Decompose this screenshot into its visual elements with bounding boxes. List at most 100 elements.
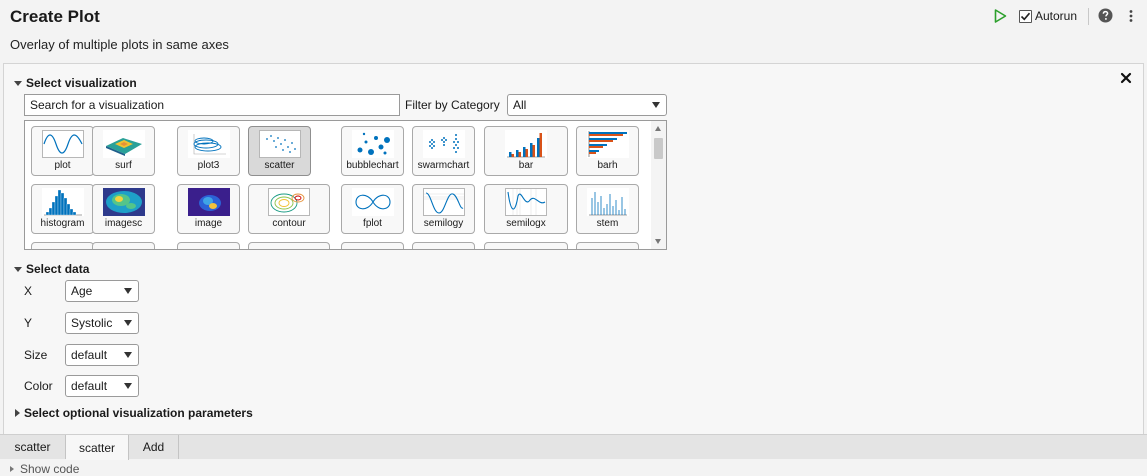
plot-thumbnail-icon xyxy=(41,130,84,158)
x-label: X xyxy=(24,284,33,298)
header-divider xyxy=(1088,8,1089,25)
y-label: Y xyxy=(24,316,33,330)
semilogy-thumbnail-icon xyxy=(422,188,465,216)
tile-label: fplot xyxy=(363,218,382,229)
x-dropdown[interactable]: Age xyxy=(65,280,139,302)
section-heading: Select visualization xyxy=(26,76,137,90)
gallery-tile-imagesc[interactable]: imagesc xyxy=(92,184,155,234)
visualization-gallery: plot surf plot3 scatter bubblechart swar… xyxy=(24,120,667,250)
histogram-thumbnail-icon xyxy=(41,188,84,216)
tile-label: barh xyxy=(597,160,618,171)
tab-scatter-2[interactable]: scatter xyxy=(66,435,129,460)
more-options-icon[interactable] xyxy=(1126,8,1136,24)
tab-scatter-1[interactable]: scatter xyxy=(0,435,66,459)
y-dropdown[interactable]: Systolic xyxy=(65,312,139,334)
checkbox-box[interactable] xyxy=(1019,9,1032,23)
play-icon xyxy=(994,9,1007,23)
color-value: default xyxy=(71,379,108,393)
size-value: default xyxy=(71,348,108,362)
section-select-data[interactable]: Select data xyxy=(14,262,89,276)
barh-thumbnail-icon xyxy=(586,130,629,158)
gallery-tile-barh[interactable]: barh xyxy=(576,126,639,176)
close-icon[interactable] xyxy=(1119,71,1133,85)
page-title: Create Plot xyxy=(10,7,100,26)
gallery-scrollbar[interactable] xyxy=(651,121,666,249)
gallery-tile[interactable] xyxy=(341,242,404,249)
gallery-tile[interactable] xyxy=(576,242,639,249)
gallery-tile-surf[interactable]: surf xyxy=(92,126,155,176)
scrollbar-thumb[interactable] xyxy=(654,138,663,159)
chevron-down-icon xyxy=(652,102,660,108)
gallery-tile-histogram[interactable]: histogram xyxy=(31,184,94,234)
search-input[interactable] xyxy=(24,94,400,116)
gallery-tile-swarmchart[interactable]: swarmchart xyxy=(412,126,475,176)
chevron-down-icon xyxy=(124,383,132,389)
autorun-label: Autorun xyxy=(1035,9,1078,23)
swarmchart-thumbnail-icon xyxy=(422,130,465,158)
imagesc-thumbnail-icon xyxy=(102,188,145,216)
gallery-tile[interactable] xyxy=(484,242,568,249)
run-button[interactable] xyxy=(992,8,1008,24)
scroll-down-icon[interactable] xyxy=(655,239,661,244)
show-code-toggle[interactable]: Show code xyxy=(10,462,79,476)
show-code-label: Show code xyxy=(20,462,80,476)
gallery-tile-scatter[interactable]: scatter xyxy=(248,126,311,176)
x-value: Age xyxy=(71,284,93,298)
bubblechart-thumbnail-icon xyxy=(351,130,394,158)
contour-thumbnail-icon xyxy=(268,188,310,216)
tab-add[interactable]: Add xyxy=(129,435,179,459)
tile-label: plot xyxy=(54,160,71,171)
chevron-down-icon xyxy=(124,352,132,358)
autorun-checkbox[interactable]: Autorun xyxy=(1019,8,1077,24)
gallery-tile-semilogx[interactable]: semilogx xyxy=(484,184,568,234)
page-subtitle: Overlay of multiple plots in same axes xyxy=(10,37,229,52)
tile-label: plot3 xyxy=(197,160,220,171)
color-label: Color xyxy=(24,379,53,393)
gallery-tile[interactable] xyxy=(92,242,155,249)
tile-label: swarmchart xyxy=(417,160,470,171)
image-thumbnail-icon xyxy=(187,188,230,216)
filter-label: Filter by Category xyxy=(405,98,500,112)
gallery-tile[interactable] xyxy=(412,242,475,249)
category-value: All xyxy=(513,98,527,112)
gallery-tile-stem[interactable]: stem xyxy=(576,184,639,234)
collapse-triangle-icon xyxy=(14,80,22,86)
plot3-thumbnail-icon xyxy=(187,130,230,158)
gallery-tile-fplot[interactable]: fplot xyxy=(341,184,404,234)
check-icon xyxy=(1020,12,1031,20)
tile-label: semilogx xyxy=(506,218,546,229)
color-dropdown[interactable]: default xyxy=(65,375,139,397)
tile-label: imagesc xyxy=(104,218,143,229)
scroll-up-icon[interactable] xyxy=(655,126,661,131)
tile-label: histogram xyxy=(40,218,85,229)
category-dropdown[interactable]: All xyxy=(507,94,667,116)
gallery-tile-plot[interactable]: plot xyxy=(31,126,94,176)
section-select-visualization[interactable]: Select visualization xyxy=(14,76,137,90)
tile-label: bubblechart xyxy=(346,160,399,171)
gallery-tile-image[interactable]: image xyxy=(177,184,240,234)
section-heading: Select optional visualization parameters xyxy=(24,406,253,420)
tile-label: contour xyxy=(272,218,306,229)
gallery-tile-bubblechart[interactable]: bubblechart xyxy=(341,126,404,176)
section-optional-parameters[interactable]: Select optional visualization parameters xyxy=(15,406,253,420)
size-dropdown[interactable]: default xyxy=(65,344,139,366)
help-icon[interactable] xyxy=(1098,8,1113,23)
tile-label: image xyxy=(194,218,223,229)
chevron-down-icon xyxy=(124,288,132,294)
gallery-tile[interactable] xyxy=(248,242,330,249)
tile-label: surf xyxy=(115,160,132,171)
gallery-tile-plot3[interactable]: plot3 xyxy=(177,126,240,176)
tab-bar: scatter scatter Add xyxy=(0,434,1147,460)
collapse-triangle-icon xyxy=(14,266,22,272)
gallery-tile[interactable] xyxy=(31,242,94,249)
gallery-tile-contour[interactable]: contour xyxy=(248,184,330,234)
tile-label: bar xyxy=(518,160,534,171)
gallery-tile-bar[interactable]: bar xyxy=(484,126,568,176)
scatter-thumbnail-icon xyxy=(258,130,301,158)
gallery-tile-semilogy[interactable]: semilogy xyxy=(412,184,475,234)
stem-thumbnail-icon xyxy=(586,188,629,216)
gallery-tile[interactable] xyxy=(177,242,240,249)
semilogx-thumbnail-icon xyxy=(505,188,547,216)
expand-triangle-icon xyxy=(10,466,14,472)
fplot-thumbnail-icon xyxy=(351,188,394,216)
